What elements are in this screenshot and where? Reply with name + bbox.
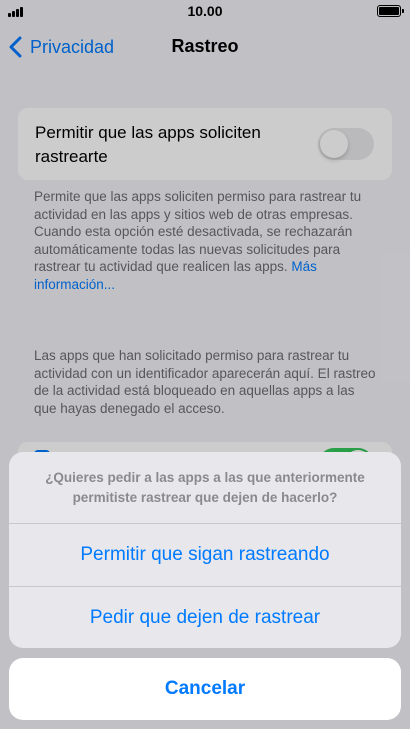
allow-tracking-button[interactable]: Permitir que sigan rastreando xyxy=(9,524,401,586)
tracking-settings-screen: 10.00 Privacidad Rastreo Permitir que la… xyxy=(0,0,410,729)
cancel-button[interactable]: Cancelar xyxy=(9,658,401,720)
action-sheet: ¿Quieres pedir a las apps a las que ante… xyxy=(9,452,401,648)
action-sheet-message: ¿Quieres pedir a las apps a las que ante… xyxy=(45,469,365,505)
ask-stop-tracking-button[interactable]: Pedir que dejen de rastrear xyxy=(9,587,401,648)
